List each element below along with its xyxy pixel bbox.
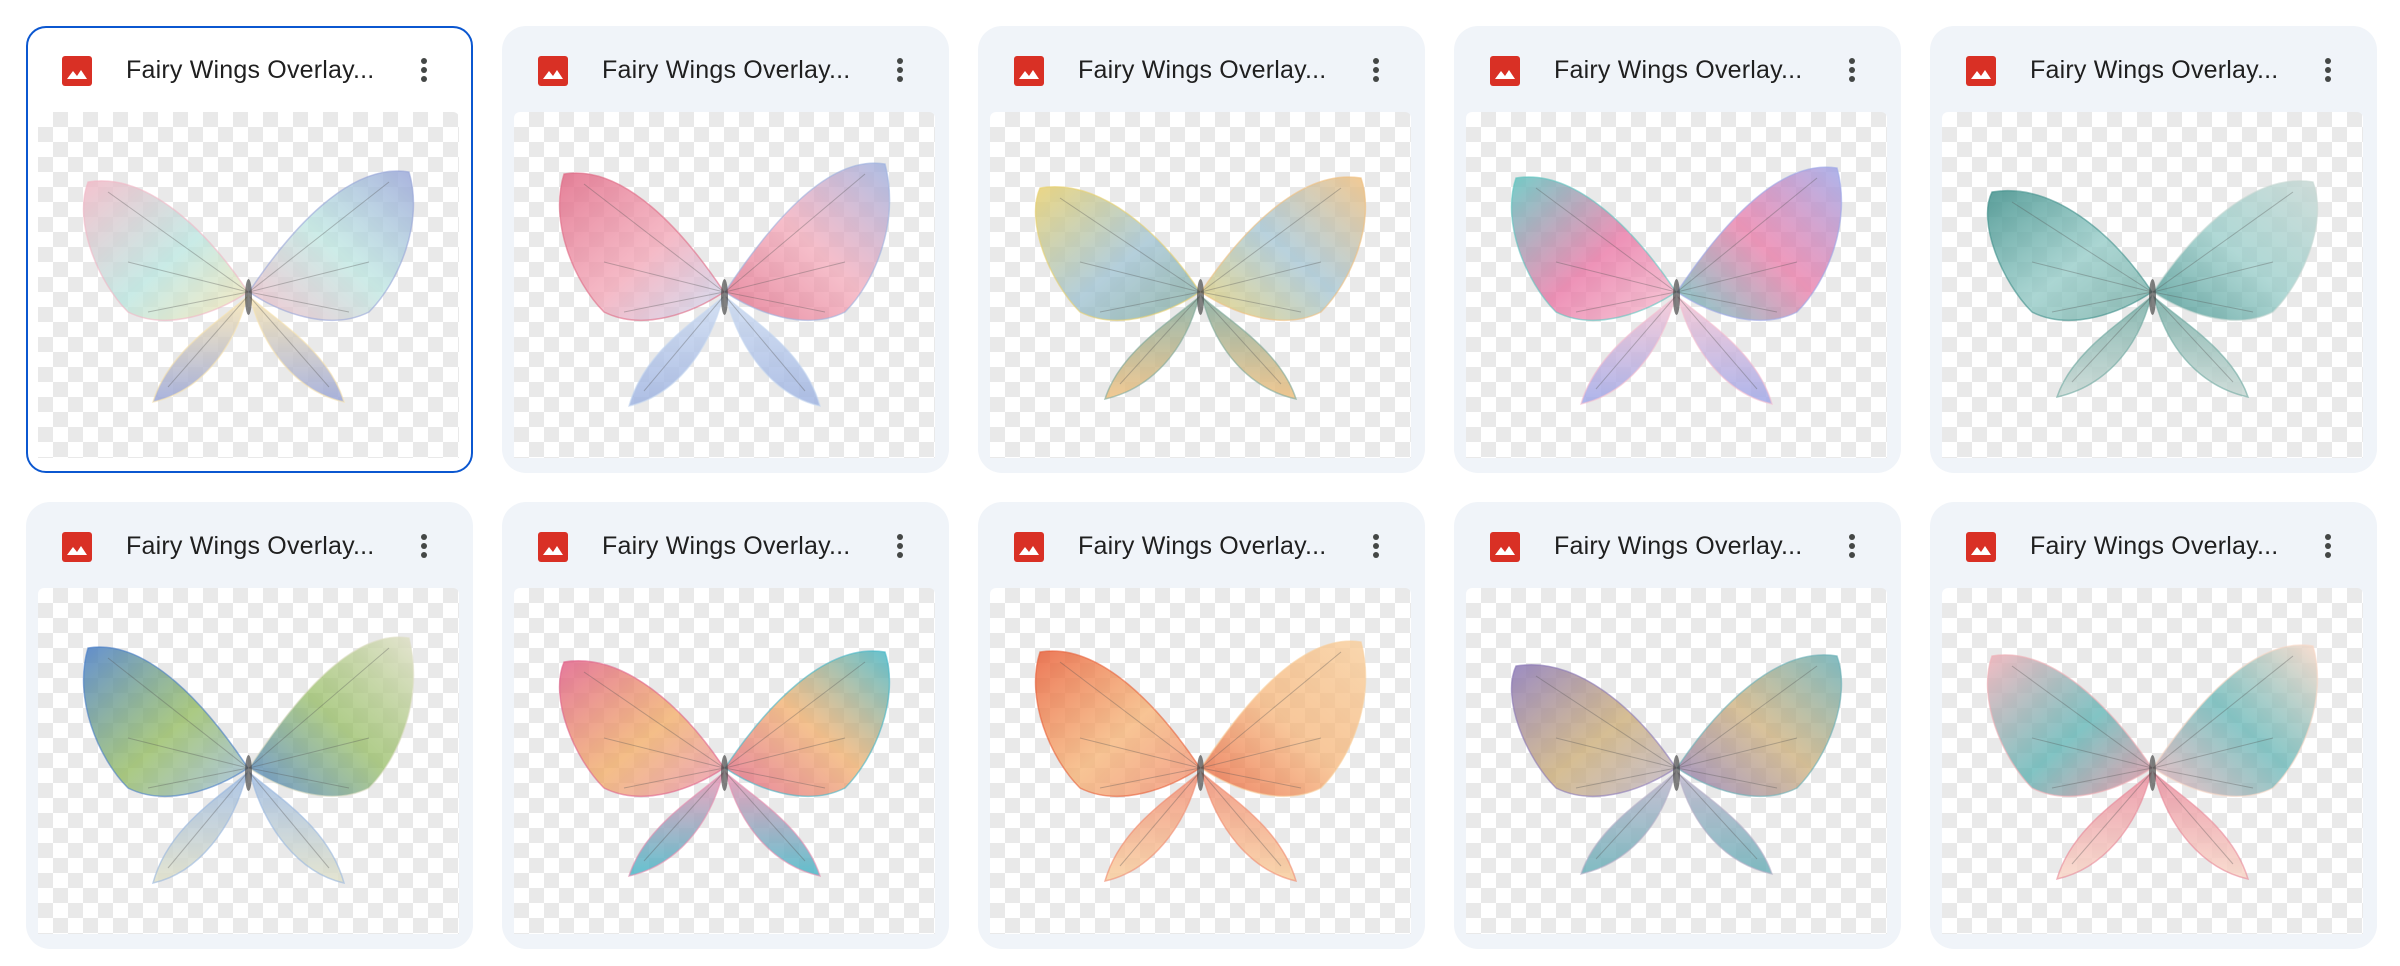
file-card[interactable]: Fairy Wings Overlay... [26,502,473,949]
wings-image [558,162,891,408]
file-grid: Fairy Wings Overlay... Fairy Wings Overl… [26,26,2377,949]
file-title: Fairy Wings Overlay... [126,532,375,560]
more-options-button[interactable] [1832,50,1872,90]
file-title: Fairy Wings Overlay... [1554,56,1803,84]
more-vert-icon [1849,534,1855,558]
file-card[interactable]: Fairy Wings Overlay... [26,26,473,473]
file-card-header: Fairy Wings Overlay... [978,26,1425,112]
file-card-header: Fairy Wings Overlay... [978,502,1425,588]
file-card[interactable]: Fairy Wings Overlay... [502,502,949,949]
image-file-icon [62,532,92,562]
file-card-header: Fairy Wings Overlay... [502,502,949,588]
more-vert-icon [421,58,427,82]
image-file-icon [1966,532,1996,562]
file-thumbnail[interactable] [990,588,1411,934]
file-card-header: Fairy Wings Overlay... [1454,502,1901,588]
file-title: Fairy Wings Overlay... [1078,532,1327,560]
file-card[interactable]: Fairy Wings Overlay... [502,26,949,473]
file-thumbnail[interactable] [1466,112,1887,458]
wings-image [82,636,415,885]
wings-image [1034,176,1367,401]
image-file-icon [1014,532,1044,562]
more-vert-icon [1849,58,1855,82]
more-options-button[interactable] [404,50,444,90]
file-thumbnail[interactable] [38,588,459,934]
file-thumbnail[interactable] [514,588,935,934]
file-card-header: Fairy Wings Overlay... [28,28,471,114]
file-title: Fairy Wings Overlay... [126,56,375,84]
file-card[interactable]: Fairy Wings Overlay... [1454,502,1901,949]
more-vert-icon [421,534,427,558]
more-options-button[interactable] [1832,526,1872,566]
file-title: Fairy Wings Overlay... [2030,532,2279,560]
wings-image [558,650,891,878]
file-card-header: Fairy Wings Overlay... [1454,26,1901,112]
more-vert-icon [897,534,903,558]
wings-image [1510,654,1843,876]
file-title: Fairy Wings Overlay... [1078,56,1327,84]
image-file-icon [1490,532,1520,562]
image-file-icon [1966,56,1996,86]
more-vert-icon [2325,534,2331,558]
more-vert-icon [897,58,903,82]
wings-image [1510,166,1843,406]
file-card-header: Fairy Wings Overlay... [1930,502,2377,588]
file-thumbnail[interactable] [1942,112,2363,458]
file-thumbnail[interactable] [990,112,1411,458]
more-options-button[interactable] [880,50,920,90]
file-title: Fairy Wings Overlay... [1554,532,1803,560]
wings-image [1986,180,2319,399]
file-card[interactable]: Fairy Wings Overlay... [978,26,1425,473]
file-card[interactable]: Fairy Wings Overlay... [1930,26,2377,473]
more-vert-icon [2325,58,2331,82]
file-card-header: Fairy Wings Overlay... [502,26,949,112]
image-file-icon [1490,56,1520,86]
file-thumbnail[interactable] [514,112,935,458]
image-file-icon [1014,56,1044,86]
more-options-button[interactable] [2308,50,2348,90]
file-title: Fairy Wings Overlay... [602,532,851,560]
wings-image [82,170,415,404]
file-title: Fairy Wings Overlay... [602,56,851,84]
more-options-button[interactable] [2308,526,2348,566]
image-file-icon [538,532,568,562]
more-options-button[interactable] [880,526,920,566]
more-vert-icon [1373,534,1379,558]
image-file-icon [62,56,92,86]
file-card[interactable]: Fairy Wings Overlay... [1930,502,2377,949]
file-thumbnail[interactable] [38,112,459,458]
file-title: Fairy Wings Overlay... [2030,56,2279,84]
file-thumbnail[interactable] [1466,588,1887,934]
more-options-button[interactable] [1356,50,1396,90]
file-card-header: Fairy Wings Overlay... [26,502,473,588]
file-card[interactable]: Fairy Wings Overlay... [1454,26,1901,473]
image-file-icon [538,56,568,86]
file-card-header: Fairy Wings Overlay... [1930,26,2377,112]
wings-image [1034,640,1367,883]
more-options-button[interactable] [404,526,444,566]
file-card[interactable]: Fairy Wings Overlay... [978,502,1425,949]
file-thumbnail[interactable] [1942,588,2363,934]
wings-image [1986,644,2319,881]
more-options-button[interactable] [1356,526,1396,566]
more-vert-icon [1373,58,1379,82]
